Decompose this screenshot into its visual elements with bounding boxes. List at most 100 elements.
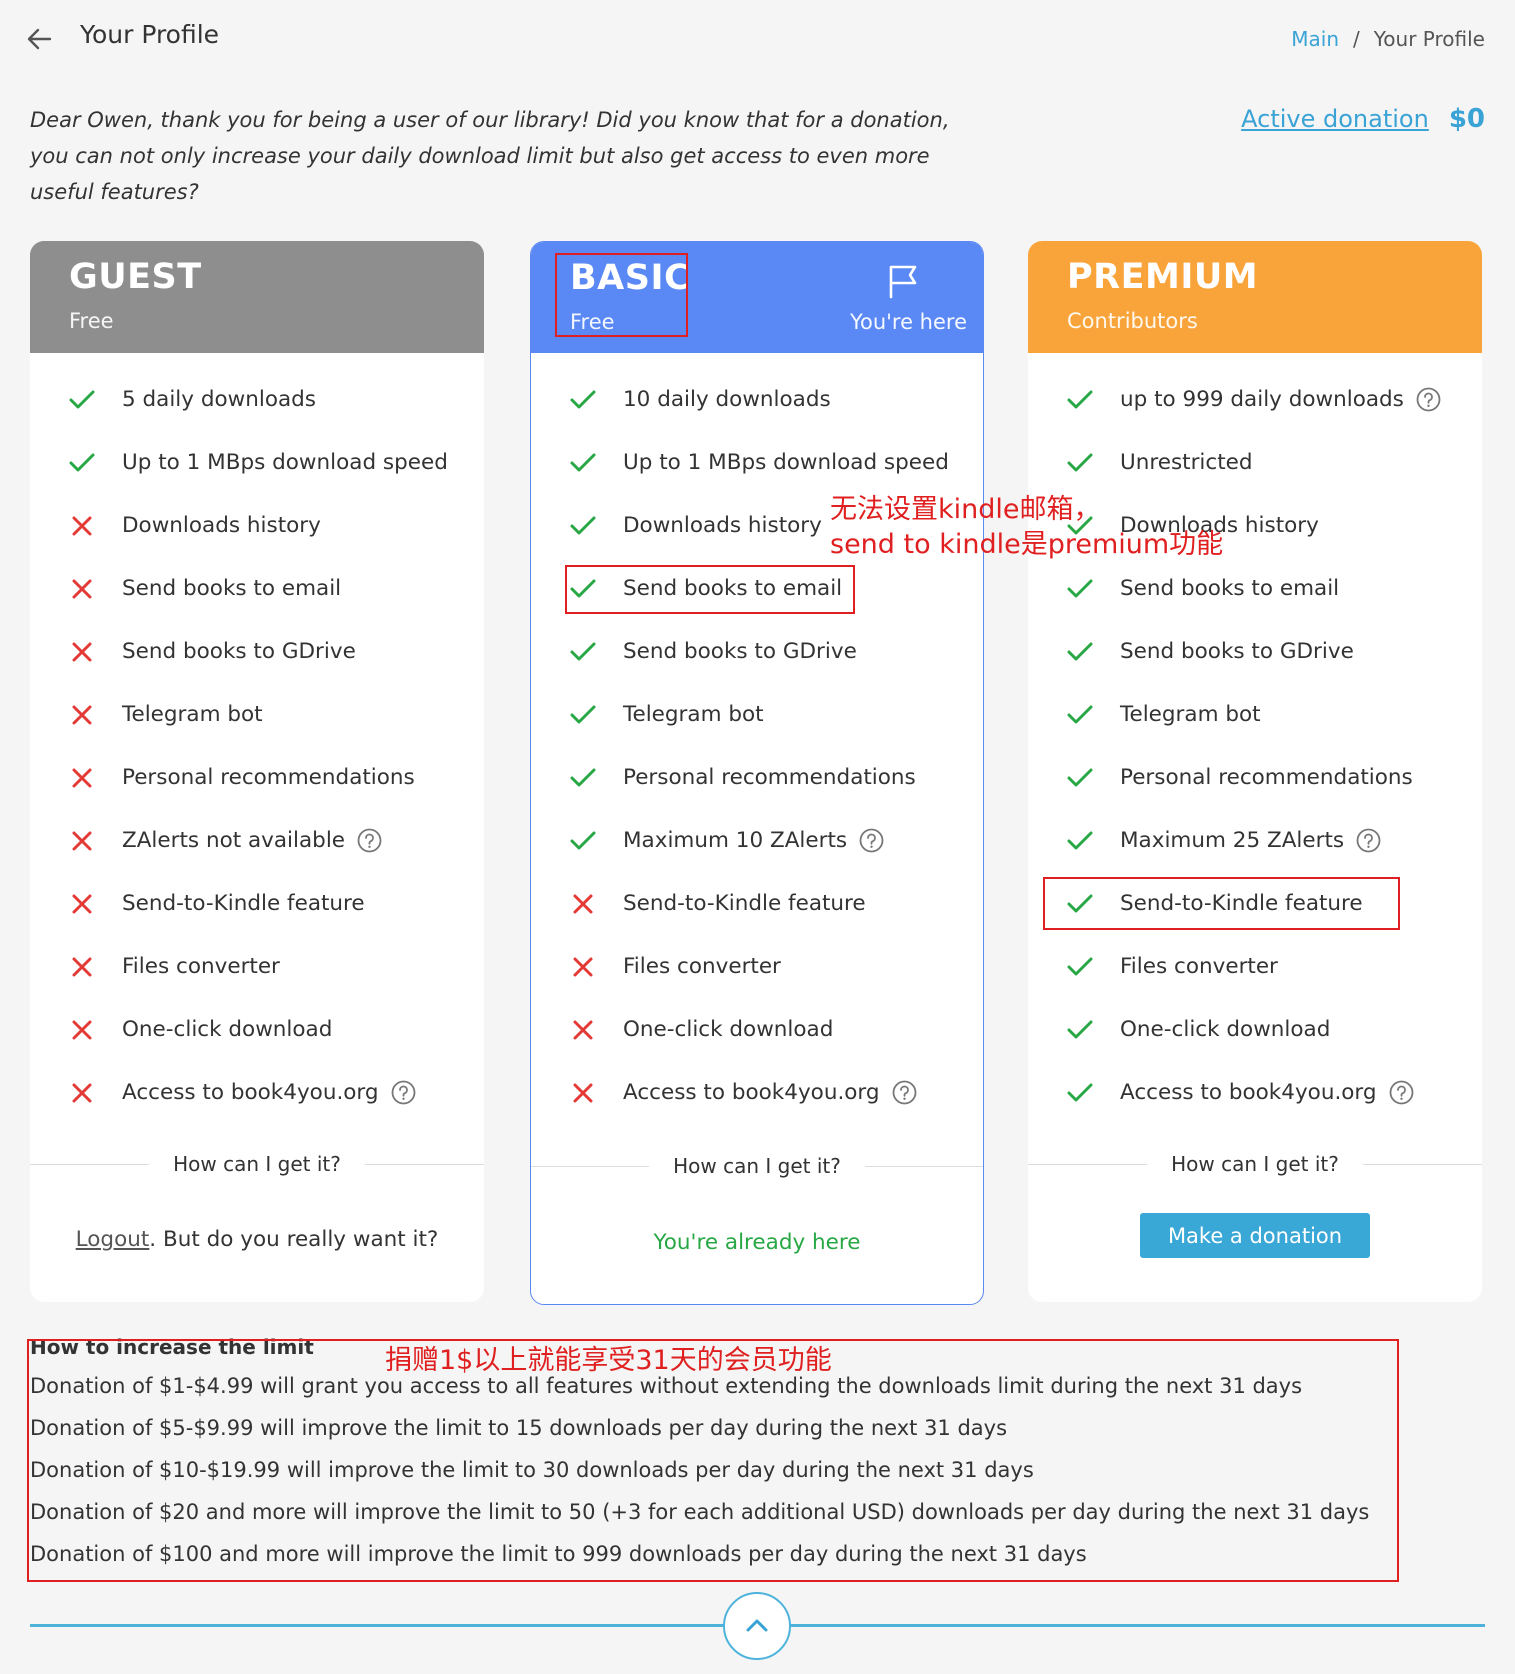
feature-item: One-click download [1028, 998, 1482, 1061]
plan-subtitle: Contributors [1067, 309, 1198, 333]
cross-icon [72, 1083, 92, 1102]
check-icon [570, 579, 596, 597]
feature-item: Telegram bot [30, 683, 484, 746]
arrow-left-icon[interactable] [26, 26, 52, 52]
feature-label: Telegram bot [623, 702, 764, 727]
cross-icon [72, 894, 92, 913]
feature-item: 10 daily downloads [531, 368, 983, 431]
help-icon[interactable] [892, 1080, 917, 1105]
help-icon[interactable] [357, 828, 382, 853]
feature-list: 5 daily downloads Up to 1 MBps download s… [30, 353, 484, 1124]
help-icon[interactable] [859, 828, 884, 853]
feature-text: Send-to-Kindle feature [623, 891, 866, 916]
check-icon [1067, 768, 1093, 786]
feature-item: Send books to email [30, 557, 484, 620]
plan-card-premium: PREMIUM Contributors up to 999 daily dow… [1028, 241, 1482, 1302]
feature-text: Access to book4you.org [623, 1080, 880, 1105]
active-donation-link[interactable]: Active donation [1241, 105, 1429, 133]
scroll-to-top-button[interactable] [723, 1592, 791, 1660]
check-icon [1067, 705, 1093, 723]
feature-label: Telegram bot [122, 702, 263, 727]
guest-action: Logout. But do you really want it? [30, 1227, 484, 1252]
breadcrumb-current: Your Profile [1373, 27, 1485, 51]
feature-label: Maximum 10 ZAlerts [623, 828, 884, 853]
help-icon[interactable] [1356, 828, 1381, 853]
how-divider: How can I get it? [30, 1152, 484, 1176]
help-icon[interactable] [1389, 1080, 1414, 1105]
check-icon [1067, 642, 1093, 660]
feature-label: ZAlerts not available [122, 828, 382, 853]
feature-list: 10 daily downloads Up to 1 MBps download … [531, 353, 983, 1124]
check-icon [570, 768, 596, 786]
feature-text: Unrestricted [1120, 450, 1253, 475]
feature-label: Access to book4you.org [1120, 1080, 1414, 1105]
how-divider: How can I get it? [1028, 1152, 1482, 1176]
chevron-up-icon [746, 1619, 768, 1632]
feature-text: Up to 1 MBps download speed [122, 450, 448, 475]
annotation-line: 无法设置kindle邮箱， [830, 494, 1101, 525]
feature-label: One-click download [1120, 1017, 1330, 1042]
feature-label: Access to book4you.org [122, 1080, 416, 1105]
feature-text: Telegram bot [122, 702, 263, 727]
feature-text: 10 daily downloads [623, 387, 831, 412]
feature-label: Send books to email [623, 576, 842, 601]
check-icon [570, 831, 596, 849]
flag-icon [889, 265, 917, 299]
cross-icon [72, 516, 92, 535]
help-icon[interactable] [391, 1080, 416, 1105]
feature-item: Send books to GDrive [531, 620, 983, 683]
how-can-i-get-it: How can I get it? [673, 1154, 841, 1178]
cross-icon [72, 705, 92, 724]
limit-item: Donation of $20 and more will improve th… [30, 1500, 1370, 1524]
limit-item: Donation of $100 and more will improve t… [30, 1542, 1087, 1566]
feature-text: One-click download [623, 1017, 834, 1042]
feature-item: Personal recommendations [1028, 746, 1482, 809]
feature-label: Up to 1 MBps download speed [122, 450, 448, 475]
breadcrumb-main-link[interactable]: Main [1291, 27, 1339, 51]
annotation-kindle-note: 无法设置kindle邮箱， send to kindle是premium功能 [830, 492, 1223, 562]
check-icon [1067, 831, 1093, 849]
feature-text: up to 999 daily downloads [1120, 387, 1404, 412]
intro-line: Dear Owen, thank you for being a user of… [30, 108, 950, 132]
page-header: Your Profile Main / Your Profile [0, 0, 1515, 80]
feature-item: up to 999 daily downloads [1028, 368, 1482, 431]
feature-text: Send books to GDrive [623, 639, 857, 664]
check-icon [69, 390, 95, 408]
check-icon [69, 453, 95, 471]
feature-text: Personal recommendations [1120, 765, 1413, 790]
check-icon [1067, 1083, 1093, 1101]
feature-item: Telegram bot [1028, 683, 1482, 746]
limit-item: Donation of $10-$19.99 will improve the … [30, 1458, 1034, 1482]
how-divider: How can I get it? [531, 1154, 983, 1178]
feature-item: Send books to email [1028, 557, 1482, 620]
feature-item: Send-to-Kindle feature [531, 872, 983, 935]
intro-line: useful features? [30, 180, 199, 204]
help-icon[interactable] [1416, 387, 1441, 412]
intro-message: Dear Owen, thank you for being a user of… [30, 102, 1010, 210]
feature-label: Send books to email [122, 576, 341, 601]
feature-label: Telegram bot [1120, 702, 1261, 727]
feature-item: Files converter [30, 935, 484, 998]
cross-icon [72, 642, 92, 661]
feature-label: Maximum 25 ZAlerts [1120, 828, 1381, 853]
feature-label: Send books to GDrive [122, 639, 356, 664]
feature-item: Send-to-Kindle feature [1028, 872, 1482, 935]
make-donation-button[interactable]: Make a donation [1140, 1213, 1370, 1258]
breadcrumb-separator: / [1353, 27, 1360, 51]
feature-text: Files converter [122, 954, 280, 979]
feature-text: Downloads history [122, 513, 321, 538]
feature-label: 10 daily downloads [623, 387, 831, 412]
plan-header-basic: BASIC Free You're here [531, 242, 983, 353]
feature-text: Files converter [1120, 954, 1278, 979]
feature-item: Access to book4you.org [30, 1061, 484, 1124]
feature-label: Files converter [122, 954, 280, 979]
logout-link[interactable]: Logout [76, 1227, 150, 1252]
active-donation: Active donation $0 [1241, 104, 1485, 134]
feature-text: Send books to email [623, 576, 843, 601]
feature-label: Send-to-Kindle feature [122, 891, 365, 916]
plan-name: PREMIUM [1067, 257, 1259, 297]
plan-subtitle: Free [69, 309, 114, 333]
feature-label: Downloads history [122, 513, 321, 538]
feature-item: Files converter [1028, 935, 1482, 998]
feature-text: Telegram bot [1120, 702, 1261, 727]
